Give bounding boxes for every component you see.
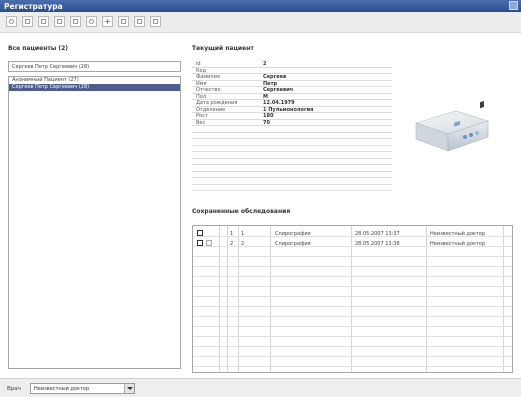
toolbar [0, 12, 521, 33]
chevron-down-icon[interactable] [124, 384, 134, 393]
chart-icon[interactable] [118, 16, 129, 27]
row-checkbox[interactable] [197, 240, 203, 246]
doctor-select[interactable]: Неизвестный доктор [30, 383, 135, 394]
patient-search-value: Сергеев Петр Сергеевич (28) [12, 64, 90, 70]
attachment-icon[interactable] [206, 240, 212, 246]
patients-title: Все пациенты (2) [8, 45, 68, 52]
add-observation-icon[interactable] [102, 16, 113, 27]
help-icon[interactable] [150, 16, 161, 27]
patient-list-item[interactable]: Анонимный Пациент (27) [9, 77, 180, 84]
edit-patient-icon[interactable] [38, 16, 49, 27]
new-patient-icon[interactable] [22, 16, 33, 27]
field-row-empty [192, 185, 392, 191]
current-patient-grid: id 2 Код Фамилия Сергеев Имя Петр Отчество С… [192, 61, 392, 191]
delete-patient-icon[interactable] [54, 16, 65, 27]
window-title: Регистратура [4, 2, 63, 11]
observations-title: Сохраненные обследования [192, 208, 291, 215]
settings-icon[interactable] [86, 16, 97, 27]
current-patient-title: Текущий пациент [192, 45, 254, 52]
window-titlebar: Регистратура [0, 0, 521, 12]
close-icon[interactable] [509, 1, 518, 10]
doctor-label: Врач [7, 386, 21, 392]
patient-list[interactable]: Анонимный Пациент (27) Сергеев Петр Серг… [8, 76, 181, 369]
refresh-icon[interactable] [6, 16, 17, 27]
statusbar: Врач Неизвестный доктор [0, 378, 521, 397]
patient-list-item-selected[interactable]: Сергеев Петр Сергеевич (28) [9, 84, 180, 91]
row-checkbox[interactable] [197, 230, 203, 236]
patient-search-field[interactable]: Сергеев Петр Сергеевич (28) [8, 61, 181, 72]
document-icon[interactable] [70, 16, 81, 27]
print-icon[interactable] [134, 16, 145, 27]
spirometer-device-image [415, 101, 489, 152]
doctor-select-value: Неизвестный доктор [34, 386, 90, 392]
table-row[interactable]: 2 2 Спирография 28.05.2007 13:38 Неизвес… [193, 238, 512, 248]
table-row[interactable]: 1 1 Спирография 28.05.2007 13:37 Неизвес… [193, 228, 512, 238]
observations-table: 1 1 Спирография 28.05.2007 13:37 Неизвес… [192, 225, 513, 373]
